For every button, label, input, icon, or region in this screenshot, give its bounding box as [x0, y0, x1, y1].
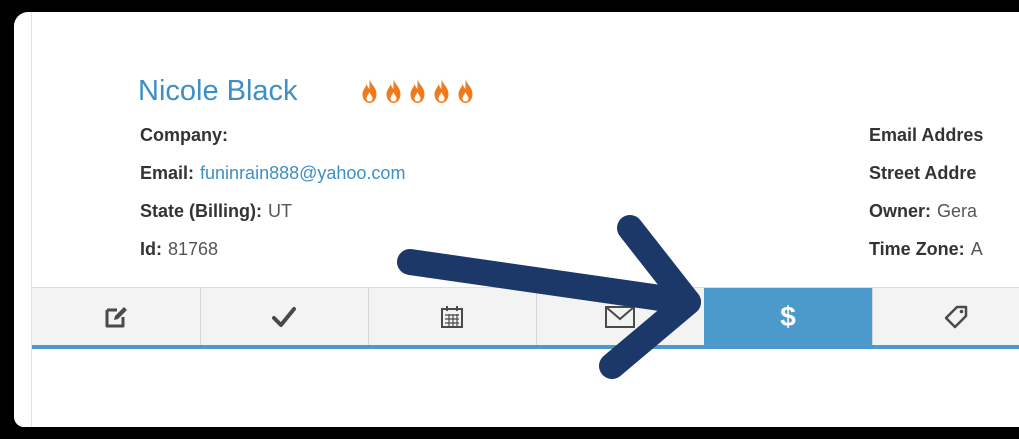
email-address-field: Email Addres [869, 125, 989, 146]
activity-tab-bar: $ [32, 287, 1019, 346]
fire-icon [434, 79, 449, 103]
email-label: Email: [140, 163, 195, 183]
owner-label: Owner: [869, 201, 932, 221]
time-zone-field: Time Zone: A [869, 239, 983, 260]
contact-panel: Nicole Black Company: Email: funinrain888… [14, 12, 1019, 427]
time-zone-label: Time Zone: [869, 239, 965, 259]
tab-notes[interactable] [32, 288, 201, 346]
fire-icon [458, 79, 473, 103]
calendar-icon [440, 305, 464, 329]
email-link[interactable]: funinrain888@yahoo.com [200, 163, 405, 183]
fire-icon [362, 79, 377, 103]
owner-field: Owner: Gera [869, 201, 977, 222]
company-field: Company: [140, 125, 234, 146]
panel-divider [31, 12, 32, 427]
envelope-icon [605, 306, 635, 328]
fire-icon [386, 79, 401, 103]
state-billing-label: State (Billing): [140, 201, 262, 221]
fire-icon [410, 79, 425, 103]
email-address-label: Email Addres [869, 125, 984, 145]
contact-name-link[interactable]: Nicole Black [138, 75, 298, 108]
street-address-field: Street Addre [869, 163, 982, 184]
tab-email[interactable] [536, 288, 705, 346]
id-value: 81768 [168, 239, 219, 259]
email-field: Email: funinrain888@yahoo.com [140, 163, 405, 184]
tab-underline [32, 345, 1019, 349]
owner-value: Gera [937, 201, 978, 221]
time-zone-value: A [970, 239, 983, 259]
tab-tags[interactable] [872, 288, 1019, 346]
dollar-icon: $ [780, 301, 796, 332]
tab-deals[interactable]: $ [704, 288, 873, 346]
state-billing-field: State (Billing): UT [140, 201, 292, 222]
edit-note-icon [104, 305, 128, 329]
state-billing-value: UT [268, 201, 292, 221]
lead-score-rating [359, 78, 476, 104]
street-address-label: Street Addre [869, 163, 977, 183]
company-label: Company: [140, 125, 229, 145]
tag-icon [944, 305, 968, 329]
id-field: Id: 81768 [140, 239, 218, 260]
id-label: Id: [140, 239, 162, 259]
tab-tasks[interactable] [200, 288, 369, 346]
tab-appointments[interactable] [368, 288, 537, 346]
checkmark-icon [272, 305, 296, 329]
